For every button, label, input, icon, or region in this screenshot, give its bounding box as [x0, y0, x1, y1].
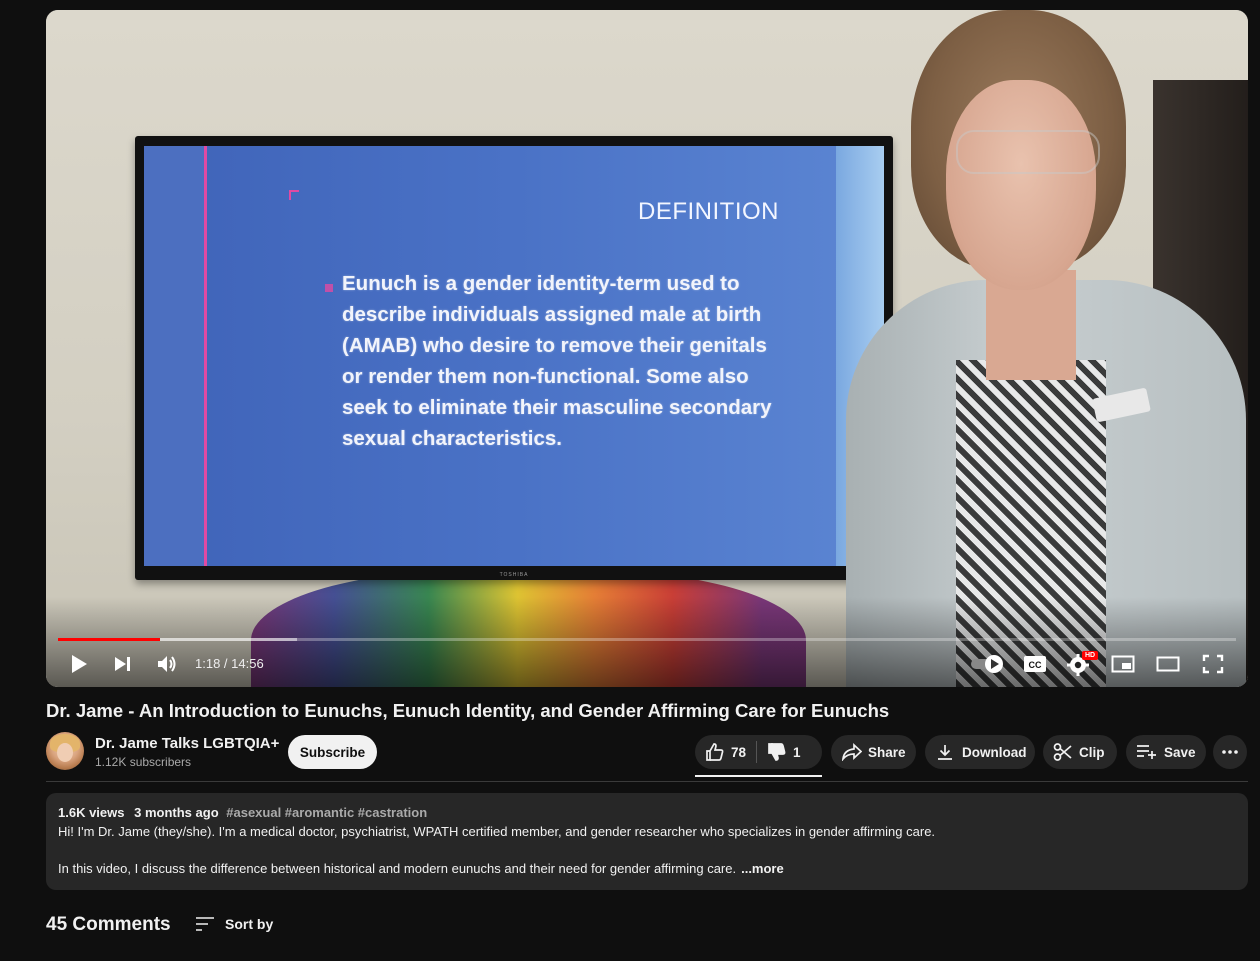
dislike-count: 1	[793, 744, 801, 760]
description-line-2-text: In this video, I discuss the difference …	[58, 861, 737, 876]
share-label: Share	[868, 744, 906, 760]
slide-left-edge	[144, 146, 207, 566]
sort-by-label: Sort by	[225, 916, 274, 932]
slide-screen: DEFINITION Eunuch is a gender identity-t…	[144, 146, 884, 566]
save-button[interactable]: Save	[1126, 735, 1206, 769]
playlist-add-icon	[1137, 745, 1156, 759]
like-dislike-group: 78 1	[695, 735, 822, 769]
scissors-icon	[1053, 743, 1072, 761]
next-button[interactable]	[108, 650, 138, 678]
cc-icon: CC	[1024, 656, 1046, 672]
share-icon	[842, 743, 862, 761]
more-horizontal-icon	[1222, 750, 1238, 754]
volume-icon	[158, 656, 176, 672]
progress-bar[interactable]	[58, 638, 1236, 641]
channel-name[interactable]: Dr. Jame Talks LGBTQIA+	[95, 735, 279, 752]
slide-title: DEFINITION	[638, 198, 779, 225]
video-title: Dr. Jame - An Introduction to Eunuchs, E…	[46, 700, 890, 721]
play-button[interactable]	[64, 650, 94, 678]
save-label: Save	[1164, 744, 1196, 760]
theater-icon	[1156, 656, 1180, 672]
like-divider	[756, 741, 758, 763]
play-icon	[72, 655, 87, 673]
clip-label: Clip	[1079, 744, 1105, 760]
comments-count: 45 Comments	[46, 914, 171, 935]
action-row-divider	[46, 781, 1248, 782]
next-icon	[115, 657, 130, 671]
clip-button[interactable]: Clip	[1043, 735, 1117, 769]
avatar-face	[57, 743, 73, 762]
share-button[interactable]: Share	[831, 735, 916, 769]
progress-played	[58, 638, 161, 641]
description-line-1: Hi! I'm Dr. Jame (they/she). I'm a medic…	[58, 824, 936, 839]
subscriber-count: 1.12K subscribers	[95, 755, 192, 769]
description-box[interactable]: 1.6K views 3 months ago #asexual #aroman…	[46, 793, 1248, 890]
more-actions-button[interactable]	[1213, 735, 1247, 769]
subscribe-button[interactable]: Subscribe	[288, 735, 377, 769]
slide-bullet	[325, 284, 333, 292]
presenter-face	[946, 80, 1096, 290]
description-meta: 1.6K views 3 months ago #asexual #aroman…	[58, 805, 427, 820]
sort-icon	[196, 917, 214, 931]
presenter-glasses	[956, 130, 1100, 174]
svg-text:CC: CC	[1029, 660, 1042, 670]
thumbs-up-icon	[706, 743, 724, 761]
video-player[interactable]: DEFINITION Eunuch is a gender identity-t…	[46, 10, 1248, 687]
like-button[interactable]: 78	[705, 742, 746, 762]
like-selected-underline	[695, 775, 822, 777]
fullscreen-button[interactable]	[1198, 650, 1228, 678]
autoplay-toggle[interactable]	[968, 650, 1008, 678]
autoplay-toggle-icon	[971, 655, 1003, 673]
upload-age: 3 months ago	[134, 805, 219, 820]
video-frame-presenter	[826, 10, 1246, 687]
sort-by-button[interactable]: Sort by	[195, 912, 273, 936]
description-line-2: In this video, I discuss the difference …	[58, 861, 784, 876]
like-count: 78	[731, 744, 747, 760]
thumbs-down-icon	[768, 743, 786, 761]
view-count: 1.6K views	[58, 805, 125, 820]
tv-brand: TOSHIBA	[499, 572, 529, 578]
fullscreen-icon	[1202, 654, 1224, 674]
channel-avatar[interactable]	[46, 732, 84, 770]
hd-badge: HD	[1082, 651, 1098, 660]
download-label: Download	[962, 744, 1027, 760]
dislike-button[interactable]: 1	[767, 742, 801, 762]
download-button[interactable]: Download	[925, 735, 1035, 769]
slide-corner-mark	[289, 190, 299, 200]
show-more-link[interactable]: ...more	[741, 861, 784, 876]
time-display: 1:18 / 14:56	[195, 656, 264, 671]
miniplayer-button[interactable]	[1108, 650, 1138, 678]
miniplayer-icon	[1111, 655, 1135, 673]
hashtags[interactable]: #asexual #aromantic #castration	[226, 805, 427, 820]
download-icon	[938, 745, 952, 760]
slide-body: Eunuch is a gender identity-term used to…	[342, 272, 772, 450]
theater-mode-button[interactable]	[1153, 650, 1183, 678]
captions-button[interactable]: CC	[1020, 650, 1050, 678]
video-frame-tv: DEFINITION Eunuch is a gender identity-t…	[135, 136, 893, 580]
volume-button[interactable]	[152, 650, 182, 678]
